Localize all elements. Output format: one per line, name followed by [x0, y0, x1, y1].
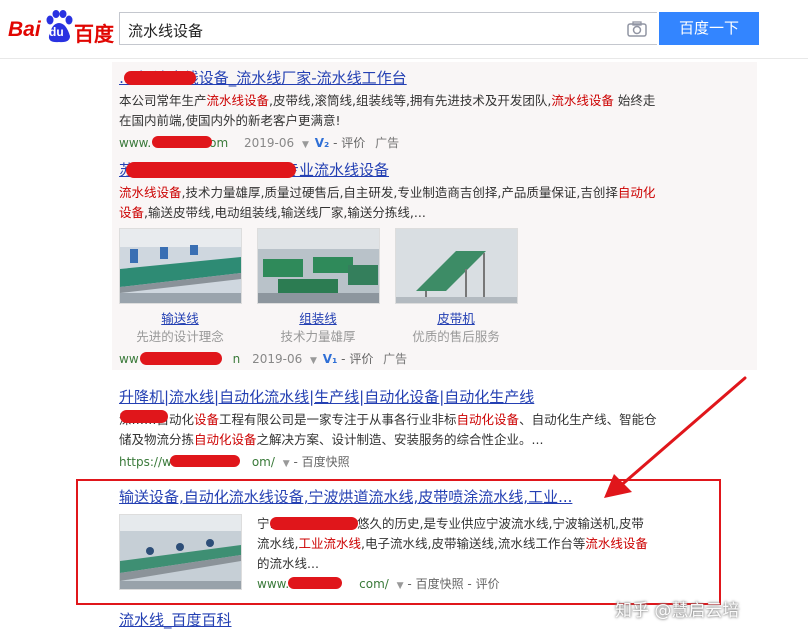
image-link-conveyor[interactable]: 输送线 — [119, 310, 241, 328]
logo-text-mid: du — [49, 25, 64, 39]
image-caption-2: 组装线 技术力量雄厚 — [257, 310, 379, 346]
result-2-desc: 流水线设备,技术力量雄厚,质量过硬售后,自主研发,专业制造商吉创择,产品质量保证… — [119, 185, 656, 220]
logo-text-right: 百度 — [74, 22, 114, 46]
logo-text-left: Bai — [8, 18, 41, 41]
result-4-snapshot[interactable]: 百度快照 — [416, 577, 464, 591]
image-link-belt[interactable]: 皮带机 — [395, 310, 517, 328]
chevron-down-icon[interactable]: ▼ — [310, 356, 317, 366]
result-5: 流水线_百度百科 — [119, 610, 659, 630]
result-4: 输送设备,自动化流水线设备,宁波烘道流水线,皮带喷涂流水线,工业... — [119, 487, 659, 507]
result-3-title[interactable]: 升降机|流水线|自动化流水线|生产线|自动化设备|自动化生产线 — [119, 387, 659, 407]
chevron-down-icon[interactable]: ▼ — [302, 140, 309, 150]
result-4-review[interactable]: 评价 — [476, 577, 500, 591]
result-4-title[interactable]: 输送设备,自动化流水线设备,宁波烘道流水线,皮带喷涂流水线,工业... — [119, 487, 659, 507]
redaction-mark — [126, 162, 296, 178]
result-1-title[interactable]: …家·流水线设备_流水线厂家-流水线工作台 — [119, 68, 659, 88]
v2-badge[interactable]: V₂ — [315, 136, 330, 150]
search-button[interactable]: 百度一下 — [659, 12, 759, 45]
watermark: 知乎 @慧启云培 — [615, 601, 740, 621]
search-input[interactable]: 流水线设备 — [128, 20, 203, 41]
thumbnail-conveyor-line[interactable] — [119, 228, 242, 304]
redaction-mark — [140, 352, 222, 365]
ad-label: 广告 — [383, 352, 408, 366]
camera-icon[interactable] — [627, 21, 647, 41]
result-5-title[interactable]: 流水线_百度百科 — [119, 610, 659, 630]
image-link-assembly[interactable]: 组装线 — [257, 310, 379, 328]
result-1-review[interactable]: 评价 — [341, 136, 365, 150]
thumbnail-belt-conveyor[interactable] — [395, 228, 518, 304]
baidu-logo[interactable]: Bai du 百度 — [8, 10, 116, 46]
redaction-mark — [124, 71, 196, 85]
result-2-review[interactable]: 评价 — [349, 352, 373, 366]
image-caption-1: 输送线 先进的设计理念 — [119, 310, 241, 346]
result-1-desc: 本公司常年生产流水线设备,皮带线,滚筒线,组装线等,拥有先进技术及开发团队,流水… — [119, 93, 656, 128]
redaction-mark — [152, 136, 212, 148]
redaction-mark — [270, 517, 358, 530]
redaction-mark — [120, 410, 168, 423]
result-1-date: 2019-06 — [244, 136, 295, 150]
v1-badge[interactable]: V₁ — [323, 352, 338, 366]
ad-label: 广告 — [375, 136, 400, 150]
redaction-mark — [288, 577, 342, 589]
thumbnail-assembly-line[interactable] — [257, 228, 380, 304]
redaction-mark — [170, 455, 240, 467]
result-2-date: 2019-06 — [252, 352, 303, 366]
image-caption-3: 皮带机 优质的售后服务 — [395, 310, 517, 346]
result-3-desc: 深……自动化设备工程有限公司是一家专注于从事各行业非标自动化设备、自动化生产线、… — [119, 412, 657, 447]
result-3-snapshot[interactable]: 百度快照 — [302, 455, 350, 469]
thumbnail-production-line[interactable] — [119, 514, 242, 590]
chevron-down-icon[interactable]: ▼ — [283, 459, 290, 469]
chevron-down-icon[interactable]: ▼ — [397, 581, 404, 591]
header-bar: Bai du 百度 流水线设备 百度一下 — [0, 0, 808, 59]
annotation-arrow — [604, 376, 747, 498]
search-box[interactable]: 流水线设备 — [119, 12, 657, 45]
